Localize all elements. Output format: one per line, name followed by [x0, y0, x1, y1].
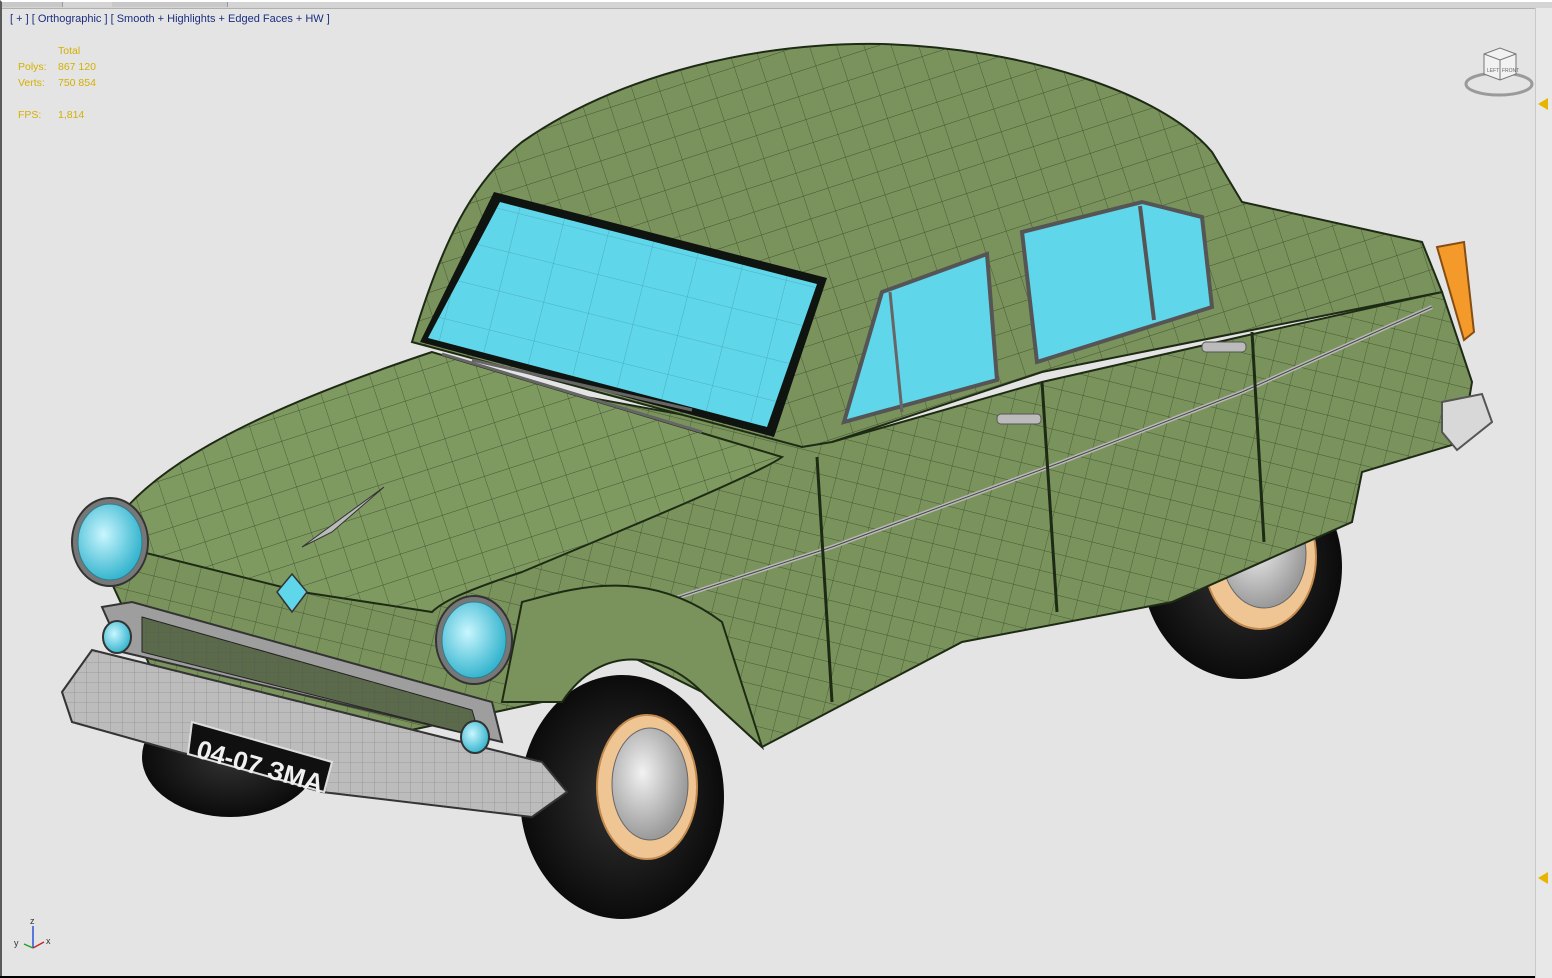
left-headlight: [71, 497, 149, 587]
viewcube-front-face: FRONT: [1502, 68, 1519, 74]
viewcube-gizmo[interactable]: LEFT FRONT: [1464, 42, 1534, 100]
axis-y-label: y: [14, 938, 19, 948]
axis-z-label: z: [30, 916, 35, 926]
right-viewport-border: [1535, 8, 1552, 978]
car-model-render[interactable]: 04-07 ЗМА: [2, 2, 1552, 978]
perspective-viewport[interactable]: [ + ] [ Orthographic ] [ Smooth + Highli…: [0, 0, 1552, 978]
viewcube-left-face: LEFT: [1487, 68, 1499, 74]
axis-tripod: z x y: [14, 916, 51, 949]
axis-x-label: x: [46, 936, 51, 946]
scroll-marker-top[interactable]: [1538, 98, 1548, 110]
right-headlight: [435, 595, 513, 685]
scroll-marker-bottom[interactable]: [1538, 872, 1548, 884]
